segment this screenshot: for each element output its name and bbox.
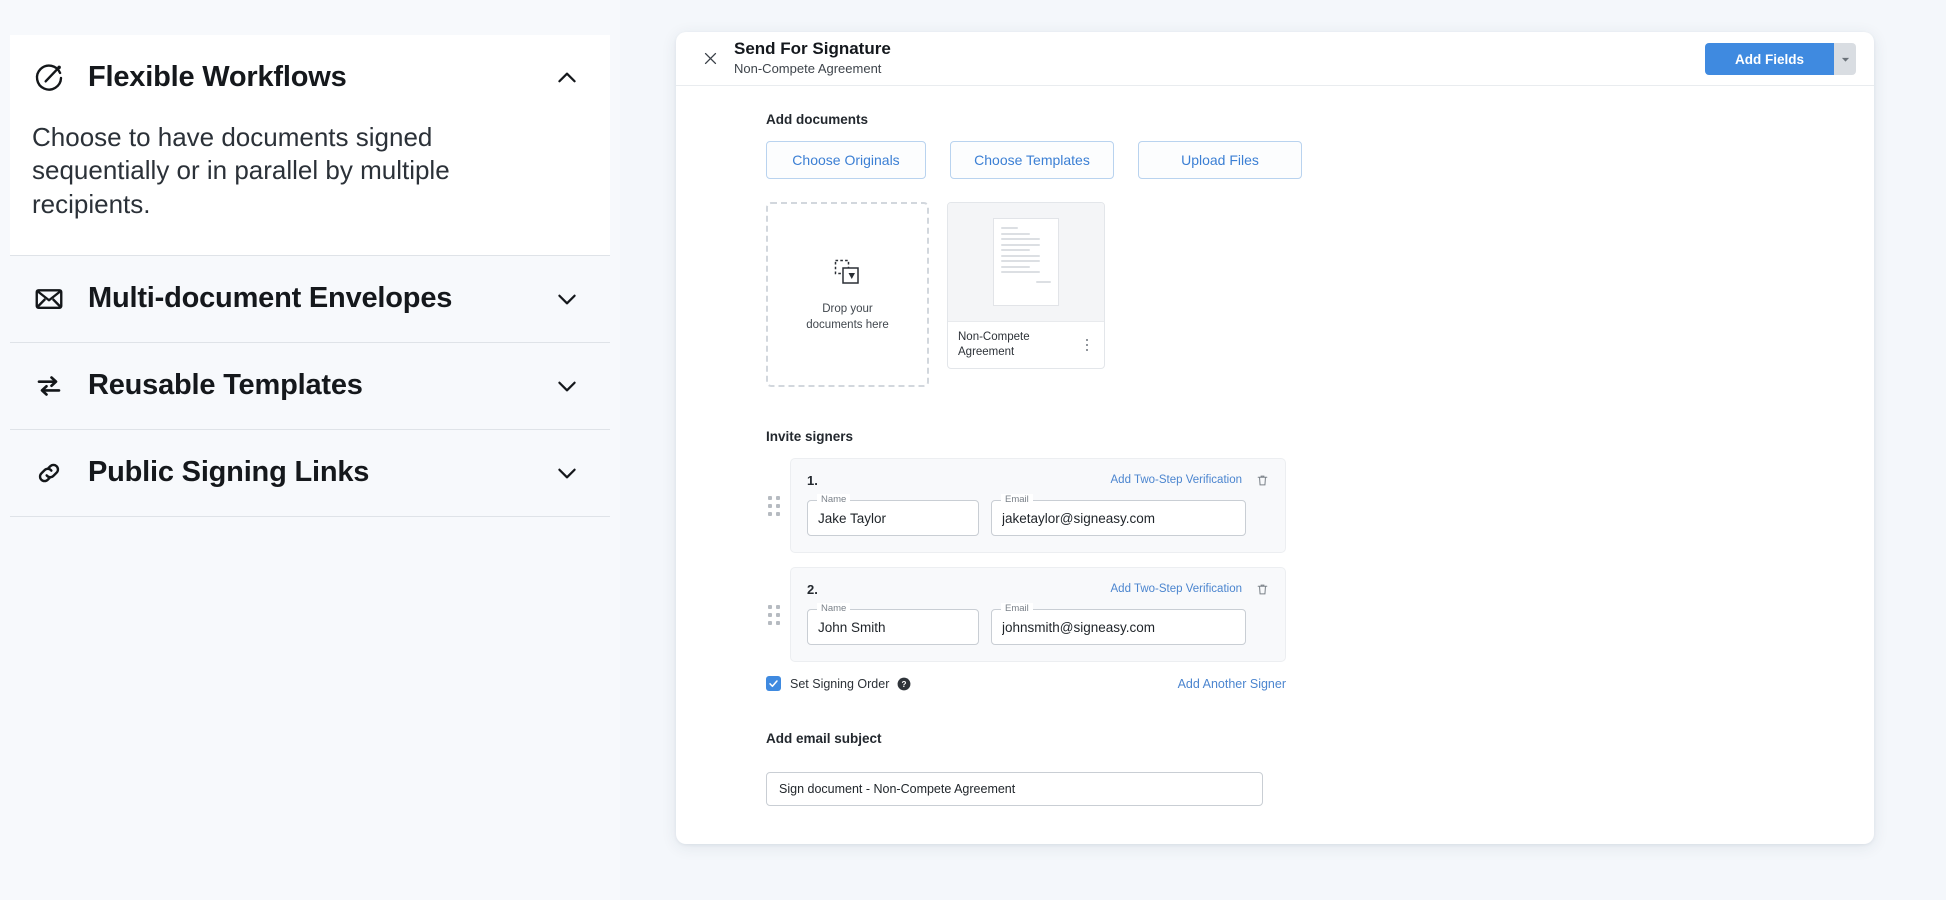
document-page-preview bbox=[993, 218, 1059, 306]
modal-subtitle: Non-Compete Agreement bbox=[734, 61, 882, 77]
dropzone-line1: Drop your bbox=[822, 302, 873, 315]
modal-body: Add documents Choose Originals Choose Te… bbox=[676, 86, 1874, 806]
accordion-title: Reusable Templates bbox=[88, 369, 363, 402]
invite-signers-label: Invite signers bbox=[766, 429, 854, 444]
signer-email-field[interactable]: Email bbox=[991, 603, 1246, 645]
modal-title: Send For Signature bbox=[734, 39, 891, 59]
upload-files-button[interactable]: Upload Files bbox=[1138, 141, 1302, 179]
drag-handle-icon[interactable] bbox=[766, 604, 782, 626]
document-dropzone[interactable]: Drop your documents here bbox=[766, 202, 929, 387]
workflow-circle-icon bbox=[32, 61, 66, 95]
accordion-item-flexible-workflows[interactable]: Flexible Workflows Choose to have docume… bbox=[10, 35, 610, 256]
accordion-list: Flexible Workflows Choose to have docume… bbox=[10, 35, 610, 517]
signer-fields: Name Email bbox=[807, 494, 1269, 536]
choose-originals-button[interactable]: Choose Originals bbox=[766, 141, 926, 179]
add-documents-label: Add documents bbox=[766, 112, 869, 127]
accordion-item-public-signing-links[interactable]: Public Signing Links bbox=[10, 430, 610, 517]
set-signing-order-label: Set Signing Order bbox=[790, 676, 890, 691]
accordion-header-public-signing-links[interactable]: Public Signing Links bbox=[10, 430, 610, 516]
signer-name-label: Name bbox=[817, 603, 851, 614]
chevron-down-icon[interactable] bbox=[554, 286, 580, 312]
add-documents-section: Add documents Choose Originals Choose Te… bbox=[766, 112, 1874, 387]
chevron-up-icon[interactable] bbox=[554, 65, 580, 91]
signer-email-input[interactable] bbox=[992, 610, 1245, 644]
modal-title-group: Send For Signature Non-Compete Agreement bbox=[734, 39, 891, 78]
invite-signers-section: Invite signers 1. Add Two-Step Verificat… bbox=[766, 429, 1874, 691]
signer-index: 2. bbox=[807, 581, 818, 597]
document-card-footer: Non-Compete Agreement bbox=[948, 322, 1104, 368]
trash-icon[interactable] bbox=[1256, 473, 1269, 488]
trash-icon[interactable] bbox=[1256, 582, 1269, 597]
signer-email-field[interactable]: Email bbox=[991, 494, 1246, 536]
email-subject-input[interactable] bbox=[766, 772, 1263, 806]
app-root: Flexible Workflows Choose to have docume… bbox=[0, 0, 1946, 900]
document-thumbnail bbox=[948, 203, 1104, 322]
documents-row: Drop your documents here Non-Compete Agr… bbox=[766, 202, 1874, 387]
accordion-title: Public Signing Links bbox=[88, 456, 370, 489]
dropzone-text: Drop your documents here bbox=[806, 302, 888, 333]
add-fields-button[interactable]: Add Fields bbox=[1704, 43, 1834, 75]
add-two-step-verification-link[interactable]: Add Two-Step Verification bbox=[1111, 474, 1242, 486]
modal-header: Send For Signature Non-Compete Agreement… bbox=[676, 32, 1874, 86]
add-another-signer-link[interactable]: Add Another Signer bbox=[1178, 677, 1286, 691]
signer-row: 1. Add Two-Step Verification Name Jake T… bbox=[766, 458, 1874, 553]
signers-list: 1. Add Two-Step Verification Name Jake T… bbox=[766, 458, 1874, 662]
send-for-signature-modal: Send For Signature Non-Compete Agreement… bbox=[676, 32, 1874, 844]
accordion-header-reusable-templates[interactable]: Reusable Templates bbox=[10, 343, 610, 429]
dropzone-line2: documents here bbox=[806, 318, 889, 331]
header-actions: Add Fields bbox=[1704, 43, 1856, 75]
help-circle-icon[interactable]: ? bbox=[897, 677, 911, 691]
signer-header: 1. Add Two-Step Verification bbox=[807, 471, 1269, 489]
add-fields-dropdown-button[interactable] bbox=[1834, 43, 1856, 75]
signer-name-field[interactable]: Name bbox=[807, 494, 979, 536]
add-two-step-verification-link[interactable]: Add Two-Step Verification bbox=[1111, 583, 1242, 595]
signer-header: 2. Add Two-Step Verification bbox=[807, 580, 1269, 598]
swap-arrows-icon bbox=[32, 369, 66, 403]
signing-order-row: Set Signing Order ? Add Another Signer bbox=[766, 676, 1286, 691]
signer-email-label: Email bbox=[1001, 494, 1033, 505]
close-x-icon[interactable] bbox=[696, 45, 724, 73]
document-card[interactable]: Non-Compete Agreement bbox=[947, 202, 1105, 369]
accordion-header-multi-document-envelopes[interactable]: Multi-document Envelopes bbox=[10, 256, 610, 342]
accordion-body-flexible-workflows: Choose to have documents signed sequenti… bbox=[10, 121, 610, 255]
document-name: Non-Compete Agreement bbox=[958, 331, 1030, 358]
chevron-down-icon[interactable] bbox=[554, 373, 580, 399]
accordion-title: Multi-document Envelopes bbox=[88, 282, 453, 315]
envelope-icon bbox=[32, 282, 66, 316]
accordion-title: Flexible Workflows bbox=[88, 61, 347, 94]
signer-card-2: 2. Add Two-Step Verification Name John S… bbox=[790, 567, 1286, 662]
choose-templates-button[interactable]: Choose Templates bbox=[950, 141, 1114, 179]
accordion-description: Choose to have documents signed sequenti… bbox=[32, 122, 450, 219]
set-signing-order-checkbox[interactable] bbox=[766, 676, 781, 691]
chevron-down-icon[interactable] bbox=[554, 460, 580, 486]
signer-email-label: Email bbox=[1001, 603, 1033, 614]
signer-fields: Name Email bbox=[807, 603, 1269, 645]
signer-email-input[interactable] bbox=[992, 501, 1245, 535]
caret-down-icon bbox=[1841, 55, 1850, 64]
drag-handle-icon[interactable] bbox=[766, 495, 782, 517]
email-subject-label: Add email subject bbox=[766, 731, 882, 746]
kebab-menu-icon[interactable] bbox=[1080, 338, 1094, 352]
signer-name-field[interactable]: Name bbox=[807, 603, 979, 645]
signer-name-input[interactable] bbox=[808, 501, 978, 535]
signer-name-label: Name bbox=[817, 494, 851, 505]
link-chain-icon bbox=[32, 456, 66, 490]
signer-name-input[interactable] bbox=[808, 610, 978, 644]
signer-card-1: 1. Add Two-Step Verification Name Jake T… bbox=[790, 458, 1286, 553]
accordion-header-flexible-workflows[interactable]: Flexible Workflows bbox=[10, 35, 610, 121]
email-subject-section: Add email subject bbox=[766, 731, 1874, 806]
drop-file-icon bbox=[831, 256, 865, 290]
signer-row: 2. Add Two-Step Verification Name John S… bbox=[766, 567, 1874, 662]
signer-index: 1. bbox=[807, 472, 818, 488]
add-documents-buttons: Choose Originals Choose Templates Upload… bbox=[766, 141, 1874, 179]
accordion-item-multi-document-envelopes[interactable]: Multi-document Envelopes bbox=[10, 256, 610, 343]
accordion-item-reusable-templates[interactable]: Reusable Templates bbox=[10, 343, 610, 430]
feature-sidebar: Flexible Workflows Choose to have docume… bbox=[0, 0, 620, 900]
svg-text:?: ? bbox=[902, 680, 907, 689]
